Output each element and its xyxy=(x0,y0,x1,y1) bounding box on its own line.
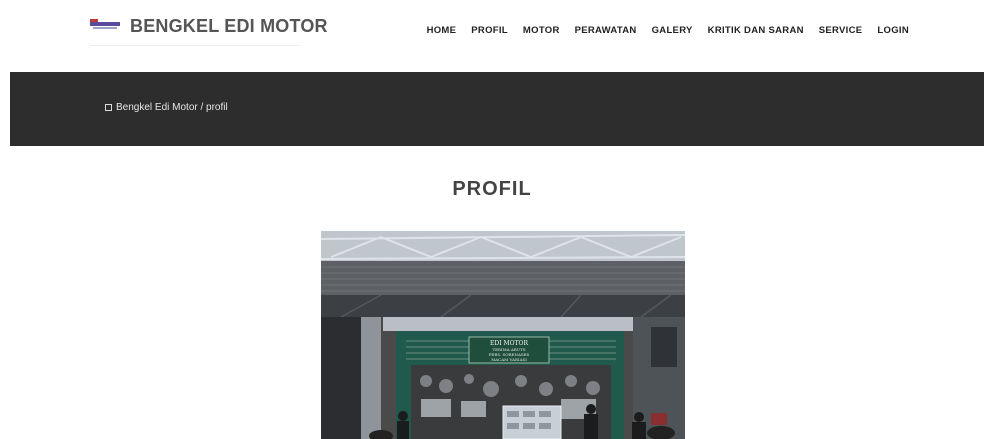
breadcrumb: Bengkel Edi Motor / profil xyxy=(105,102,228,113)
nav-login[interactable]: LOGIN xyxy=(877,25,909,36)
nav-profil[interactable]: PROFIL xyxy=(471,25,508,36)
sign-line-4: MACAM VARIASI xyxy=(491,357,527,362)
page-title: PROFIL xyxy=(452,178,532,200)
workshop-photo: EDI MOTOR TERIMA ARUTS PERS. SORENASES M… xyxy=(321,231,685,439)
nav-home[interactable]: HOME xyxy=(427,25,457,36)
nav-galery[interactable]: GALERY xyxy=(652,25,693,36)
home-icon xyxy=(105,104,112,111)
page-banner: Bengkel Edi Motor / profil xyxy=(10,72,984,146)
main-nav: HOME PROFIL MOTOR PERAWATAN GALERY KRITI… xyxy=(427,25,909,36)
nav-perawatan[interactable]: PERAWATAN xyxy=(575,25,637,36)
brand-name[interactable]: BENGKEL EDI MOTOR xyxy=(130,16,328,37)
nav-kritik-dan-saran[interactable]: KRITIK DAN SARAN xyxy=(708,25,804,36)
nav-motor[interactable]: MOTOR xyxy=(523,25,560,36)
nav-service[interactable]: SERVICE xyxy=(819,25,863,36)
brand-divider xyxy=(90,45,300,46)
site-header: BENGKEL EDI MOTOR HOME PROFIL MOTOR PERA… xyxy=(0,0,984,72)
brand[interactable]: BENGKEL EDI MOTOR xyxy=(90,11,328,41)
breadcrumb-text[interactable]: Bengkel Edi Motor / profil xyxy=(116,102,228,113)
brand-logo-icon xyxy=(90,19,120,33)
sign-line-1: EDI MOTOR xyxy=(490,340,528,347)
